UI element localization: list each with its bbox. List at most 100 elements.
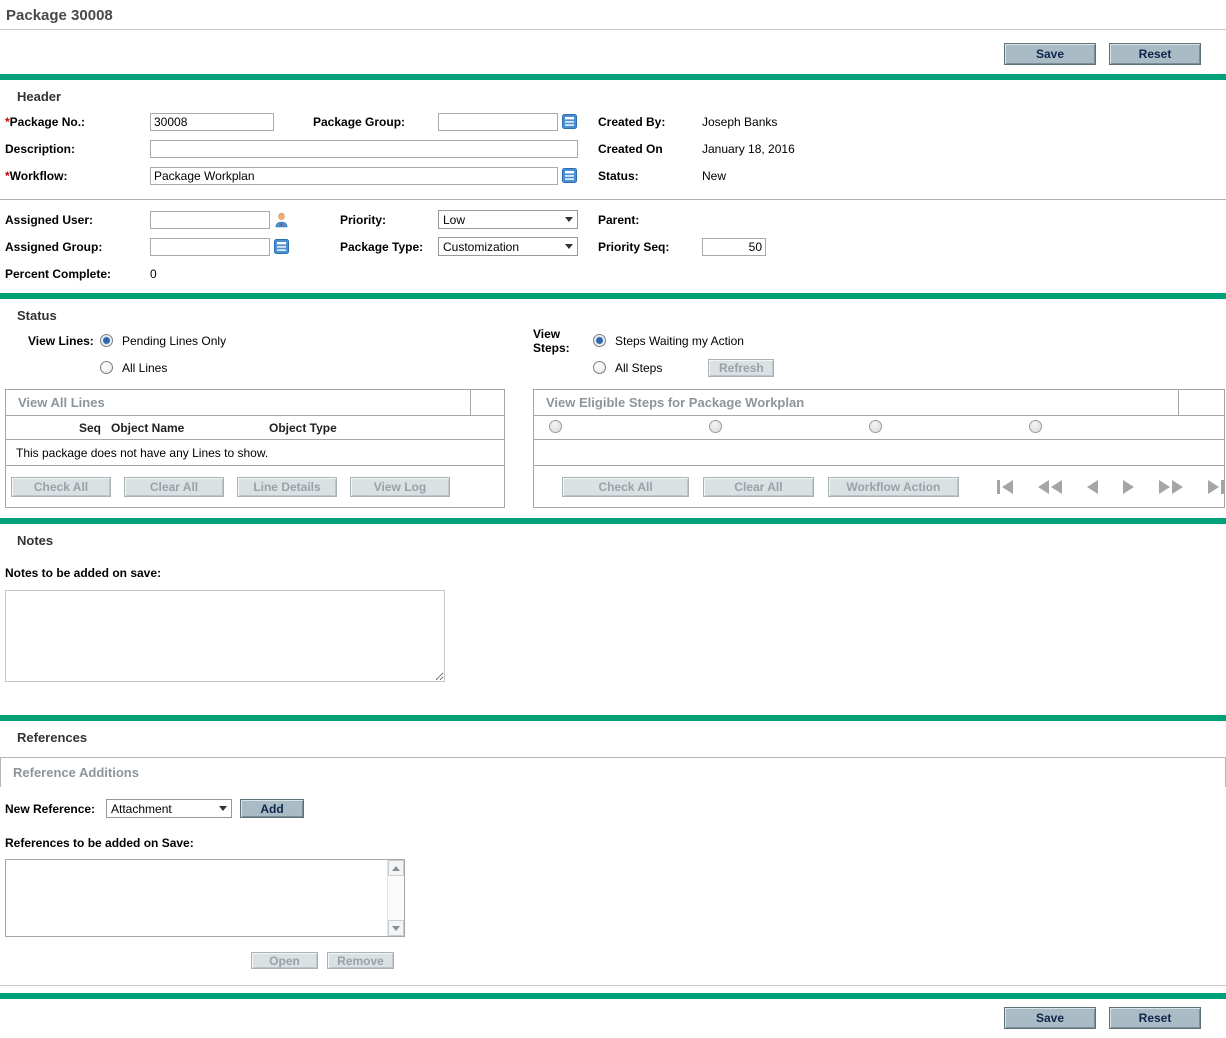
- steps-table-corner-cell: [1179, 390, 1224, 415]
- all-lines-radio[interactable]: [100, 361, 113, 374]
- header-row-4: Assigned User: Priority: Low Parent:: [0, 206, 1226, 233]
- open-reference-button[interactable]: Open: [251, 952, 318, 969]
- notes-section-title: Notes: [0, 524, 1226, 552]
- priority-seq-label: Priority Seq:: [598, 240, 702, 254]
- list-icon[interactable]: [274, 239, 289, 254]
- view-lines-group: View Lines: Pending Lines Only All Lines: [0, 327, 533, 381]
- steps-radio-row: [533, 416, 1225, 440]
- view-lines-label: View Lines:: [28, 334, 100, 348]
- notes-section: Notes Notes to be added on save:: [0, 524, 1226, 682]
- chevron-down-icon: [561, 244, 577, 249]
- new-reference-row: New Reference: Attachment Add: [0, 799, 1226, 818]
- priority-select[interactable]: Low: [438, 210, 578, 229]
- object-type-column-header: Object Type: [269, 421, 337, 435]
- step-radio-4[interactable]: [1029, 420, 1042, 433]
- list-icon[interactable]: [562, 168, 577, 183]
- package-no-input[interactable]: [150, 113, 274, 131]
- status-value: New: [702, 169, 726, 183]
- workflow-input[interactable]: [150, 167, 558, 185]
- steps-empty-row: [533, 440, 1225, 466]
- new-reference-select[interactable]: Attachment: [106, 799, 232, 818]
- references-to-be-added-list[interactable]: [5, 859, 405, 937]
- all-steps-radio[interactable]: [593, 361, 606, 374]
- steps-clear-all-button[interactable]: Clear All: [703, 477, 814, 497]
- reset-button[interactable]: Reset: [1109, 43, 1201, 65]
- notes-textarea[interactable]: [5, 590, 445, 682]
- fast-rewind-icon[interactable]: [1038, 480, 1062, 494]
- list-icon[interactable]: [562, 114, 577, 129]
- references-scrollbar[interactable]: [387, 860, 404, 936]
- bottom-toolbar: Save Reset: [0, 999, 1226, 1038]
- steps-check-all-button[interactable]: Check All: [562, 477, 689, 497]
- steps-table-title: View Eligible Steps for Package Workplan: [534, 390, 1179, 415]
- workflow-action-button[interactable]: Workflow Action: [828, 477, 959, 497]
- step-radio-3[interactable]: [869, 420, 882, 433]
- save-button[interactable]: Save: [1004, 1007, 1096, 1029]
- references-to-be-added-label: References to be added on Save:: [0, 836, 1226, 850]
- remove-reference-button[interactable]: Remove: [327, 952, 394, 969]
- lines-table-column-header: Seq Object Name Object Type: [5, 416, 505, 440]
- description-label: Description:: [5, 142, 150, 156]
- references-section: References Reference Additions New Refer…: [0, 721, 1226, 969]
- view-steps-label: View Steps:: [533, 327, 593, 355]
- assigned-user-input[interactable]: [150, 211, 270, 229]
- page-title: Package 30008: [0, 0, 1226, 29]
- assigned-group-label: Assigned Group:: [5, 240, 150, 254]
- header-inner-divider: [0, 199, 1226, 200]
- steps-table: View Eligible Steps for Package Workplan…: [533, 389, 1225, 508]
- line-details-button[interactable]: Line Details: [237, 477, 337, 497]
- refresh-button[interactable]: Refresh: [708, 359, 774, 377]
- add-reference-button[interactable]: Add: [240, 799, 304, 818]
- percent-complete-value: 0: [150, 267, 157, 281]
- step-radio-1[interactable]: [549, 420, 562, 433]
- header-section: Header *Package No.: Package Group: Crea…: [0, 80, 1226, 287]
- scroll-up-icon[interactable]: [388, 860, 404, 876]
- reference-additions-header: Reference Additions: [0, 757, 1226, 787]
- steps-waiting-my-action-radio[interactable]: [593, 334, 606, 347]
- assigned-group-input[interactable]: [150, 238, 270, 256]
- created-by-label: Created By:: [598, 115, 702, 129]
- package-no-label: *Package No.:: [5, 115, 150, 129]
- step-radio-2[interactable]: [709, 420, 722, 433]
- lines-table-footer: Check All Clear All Line Details View Lo…: [5, 466, 505, 508]
- status-section-title: Status: [0, 299, 1226, 327]
- header-row-5: Assigned Group: Package Type: Customizat…: [0, 233, 1226, 260]
- lines-table: View All Lines Seq Object Name Object Ty…: [5, 389, 505, 508]
- pending-lines-only-radio[interactable]: [100, 334, 113, 347]
- person-icon[interactable]: [274, 212, 289, 228]
- package-type-label: Package Type:: [340, 240, 438, 254]
- first-page-icon[interactable]: [997, 480, 1013, 494]
- all-lines-label: All Lines: [122, 361, 167, 375]
- save-button[interactable]: Save: [1004, 43, 1096, 65]
- next-icon[interactable]: [1123, 480, 1134, 494]
- pending-lines-only-label: Pending Lines Only: [122, 334, 226, 348]
- fast-forward-icon[interactable]: [1159, 480, 1183, 494]
- scroll-down-icon[interactable]: [388, 920, 404, 936]
- chevron-down-icon: [561, 217, 577, 222]
- header-row-2: Description: Created On January 18, 2016: [0, 135, 1226, 162]
- lines-clear-all-button[interactable]: Clear All: [124, 477, 224, 497]
- description-input[interactable]: [150, 140, 578, 158]
- steps-waiting-my-action-label: Steps Waiting my Action: [615, 334, 744, 348]
- parent-label: Parent:: [598, 213, 702, 227]
- steps-table-footer: Check All Clear All Workflow Action: [533, 466, 1225, 508]
- last-page-icon[interactable]: [1208, 480, 1224, 494]
- status-section: Status View Lines: Pending Lines Only Al…: [0, 299, 1226, 508]
- header-section-title: Header: [0, 80, 1226, 108]
- package-detail-page: Package 30008 Save Reset Header *Package…: [0, 0, 1226, 1038]
- priority-seq-input[interactable]: [702, 238, 766, 256]
- lines-check-all-button[interactable]: Check All: [11, 477, 111, 497]
- header-row-3: *Workflow: Status: New: [0, 162, 1226, 189]
- view-log-button[interactable]: View Log: [350, 477, 450, 497]
- package-group-input[interactable]: [438, 113, 558, 131]
- previous-icon[interactable]: [1087, 480, 1098, 494]
- package-type-select[interactable]: Customization: [438, 237, 578, 256]
- header-row-6: Percent Complete: 0: [0, 260, 1226, 287]
- references-section-title: References: [0, 721, 1226, 749]
- workflow-label: *Workflow:: [5, 169, 150, 183]
- reset-button[interactable]: Reset: [1109, 1007, 1201, 1029]
- all-steps-label: All Steps: [615, 361, 662, 375]
- created-on-label: Created On: [598, 142, 702, 156]
- created-on-value: January 18, 2016: [702, 142, 795, 156]
- percent-complete-label: Percent Complete:: [5, 267, 150, 281]
